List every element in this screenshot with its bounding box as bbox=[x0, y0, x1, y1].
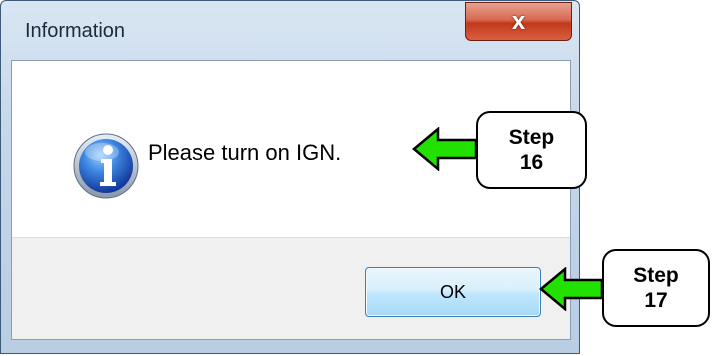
title-bar[interactable]: Information x bbox=[1, 1, 579, 59]
close-button[interactable]: x bbox=[465, 2, 572, 41]
step-callout: Step 16 bbox=[476, 111, 587, 189]
step-word: Step bbox=[508, 126, 555, 149]
pointer-arrow-icon bbox=[412, 127, 478, 171]
info-icon bbox=[73, 133, 139, 199]
step-word: Step bbox=[633, 264, 679, 287]
pointer-arrow-icon bbox=[539, 267, 604, 311]
dialog-message: Please turn on IGN. bbox=[148, 140, 342, 165]
step-callout: Step 17 bbox=[602, 249, 710, 327]
step-number: 17 bbox=[644, 289, 668, 312]
ok-button[interactable]: OK bbox=[365, 267, 541, 317]
step-number: 16 bbox=[519, 151, 544, 174]
close-icon: x bbox=[511, 7, 526, 35]
dialog-title: Information bbox=[25, 20, 126, 42]
dialog-body: Please turn on IGN. OK bbox=[11, 60, 571, 340]
button-bar: OK bbox=[12, 237, 570, 339]
